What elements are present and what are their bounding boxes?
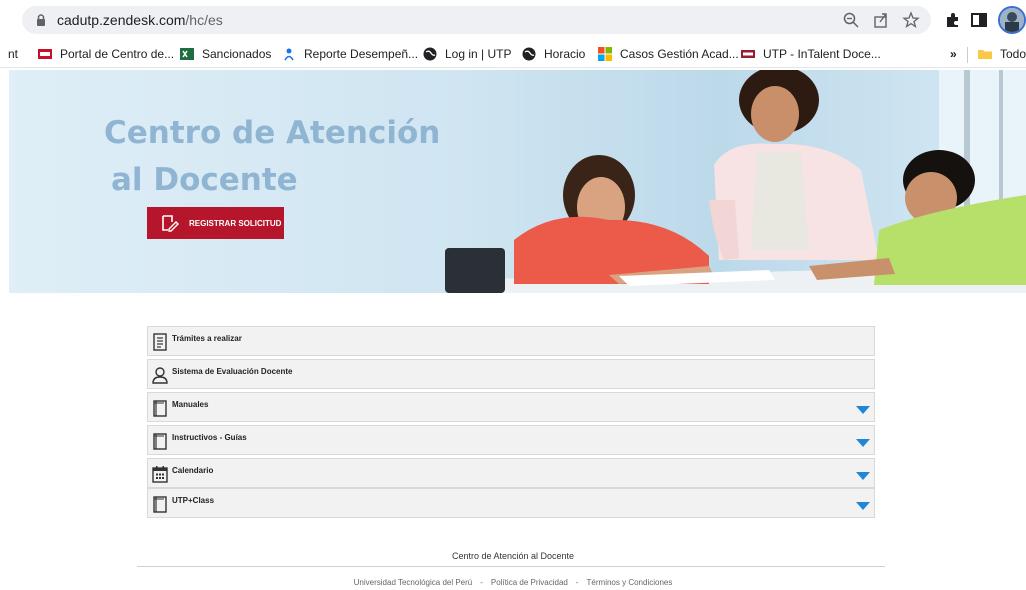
bookmarks-overflow-button[interactable]: »: [950, 45, 957, 63]
microsoft-icon: [598, 47, 612, 61]
side-panel-icon[interactable]: [969, 10, 989, 30]
footer-link-utp[interactable]: Universidad Tecnológica del Perú: [354, 578, 473, 587]
avatar-photo-icon: [1000, 8, 1024, 32]
chevron-down-icon[interactable]: [856, 406, 870, 414]
excel-icon: [180, 48, 194, 60]
bookmark-separator: [967, 47, 968, 63]
section-tramites[interactable]: Trámites a realizar: [147, 326, 875, 356]
utp-icon: [741, 50, 755, 58]
bookmarks-bar: nt Portal de Centro de... Sancionados Re…: [0, 40, 1026, 68]
profile-avatar[interactable]: [998, 6, 1026, 34]
calendar-icon: [152, 466, 168, 483]
url-text[interactable]: cadutp.zendesk.com/hc/es: [57, 11, 223, 29]
footer-link-terms[interactable]: Términos y Condiciones: [587, 578, 673, 587]
footer-divider: [137, 566, 885, 567]
document-list-icon: [153, 333, 167, 351]
chevron-down-icon[interactable]: [856, 439, 870, 447]
book-icon: [153, 496, 167, 513]
bookmark-folder-todo[interactable]: Todo: [978, 45, 1026, 63]
register-request-label: REGISTRAR SOLICITUD: [189, 218, 282, 228]
section-label: Instructivos - Guías: [172, 433, 247, 442]
section-evaluacion-docente[interactable]: Sistema de Evaluación Docente: [147, 359, 875, 389]
lock-icon[interactable]: [34, 13, 48, 27]
section-label: Manuales: [172, 400, 209, 409]
utp-red-icon: [38, 49, 52, 59]
bookmark-horacio[interactable]: Horacio: [522, 45, 585, 63]
browser-toolbar: cadutp.zendesk.com/hc/es: [0, 0, 1026, 40]
section-utp-class[interactable]: UTP+Class: [147, 488, 875, 518]
address-bar[interactable]: cadutp.zendesk.com/hc/es: [22, 6, 931, 34]
user-icon: [152, 367, 168, 384]
bookmark-sancionados[interactable]: Sancionados: [180, 45, 271, 63]
zoom-icon[interactable]: [842, 11, 860, 29]
person-icon: [284, 48, 294, 61]
globe-icon: [522, 47, 536, 61]
bookmark-reporte[interactable]: Reporte Desempeñ...: [282, 45, 418, 63]
chevron-down-icon[interactable]: [856, 502, 870, 510]
section-instructivos[interactable]: Instructivos - Guías: [147, 425, 875, 455]
bookmark-casos-gestion[interactable]: Casos Gestión Acad...: [598, 45, 739, 63]
bookmark-intalent[interactable]: UTP - InTalent Doce...: [741, 45, 881, 63]
page-title: Centro de Atención al Docente: [104, 110, 440, 204]
extensions-icon[interactable]: [943, 10, 963, 30]
footer-link-privacy[interactable]: Política de Privacidad: [491, 578, 568, 587]
folder-icon: [978, 50, 992, 59]
bookmark-login-utp[interactable]: Log in | UTP: [423, 45, 511, 63]
bookmark-portal-centro[interactable]: Portal de Centro de...: [38, 45, 174, 63]
globe-icon: [423, 47, 437, 61]
section-label: UTP+Class: [172, 496, 215, 505]
footer-links: Universidad Tecnológica del Perú - Polític…: [0, 578, 1026, 587]
star-icon[interactable]: [902, 11, 920, 29]
title-line-2: al Docente: [111, 162, 298, 198]
section-label: Calendario: [172, 466, 214, 475]
title-line-1: Centro de Atención: [104, 115, 441, 151]
chevron-down-icon[interactable]: [856, 472, 870, 480]
footer-title: Centro de Atención al Docente: [451, 551, 575, 561]
book-icon: [153, 400, 167, 417]
edit-form-icon: [162, 215, 179, 232]
footer-separator: -: [575, 578, 579, 587]
section-label: Trámites a realizar: [172, 334, 242, 343]
share-icon[interactable]: [872, 11, 890, 29]
book-icon: [153, 433, 167, 450]
register-request-button[interactable]: REGISTRAR SOLICITUD: [147, 207, 284, 239]
bookmark-truncated[interactable]: nt: [8, 45, 18, 63]
section-label: Sistema de Evaluación Docente: [172, 367, 293, 376]
hero-banner: Centro de Atención al Docente REGISTRAR …: [9, 70, 1026, 293]
section-manuales[interactable]: Manuales: [147, 392, 875, 422]
section-calendario[interactable]: Calendario: [147, 458, 875, 488]
footer-separator: -: [480, 578, 483, 587]
